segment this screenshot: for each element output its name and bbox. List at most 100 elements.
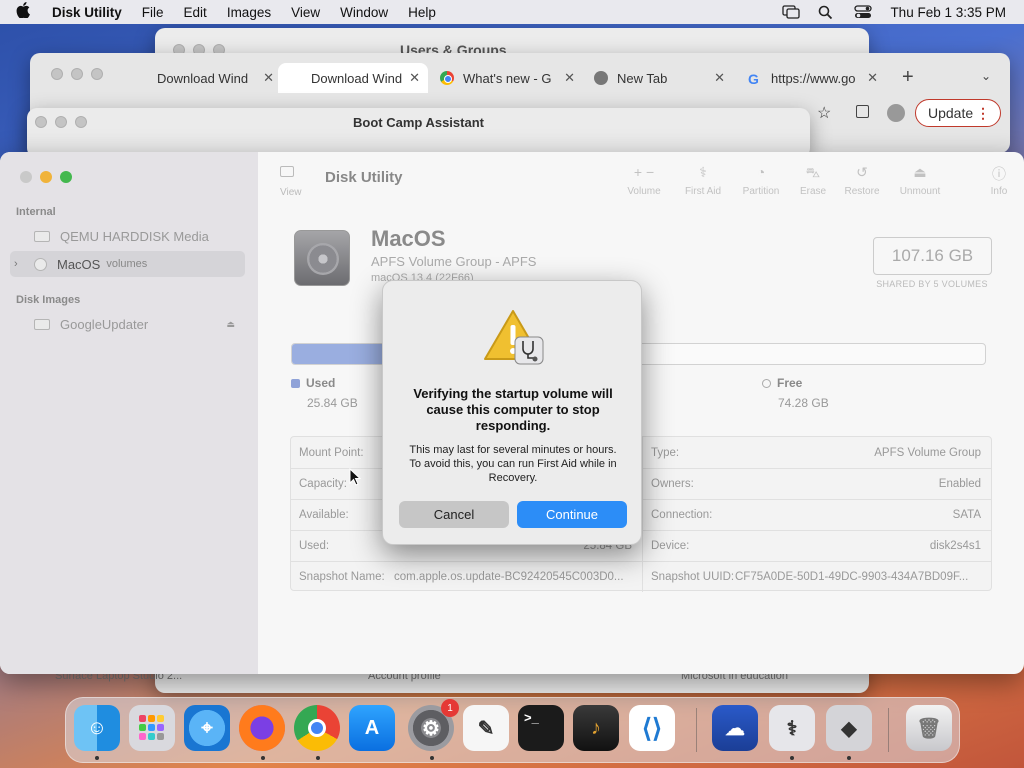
section-disk-images: Disk Images — [16, 294, 81, 306]
continue-button[interactable]: Continue — [517, 501, 627, 528]
google-icon: G — [748, 71, 759, 87]
unmount-button[interactable]: ⏏ Unmount — [890, 164, 950, 197]
free-legend: Free — [762, 376, 802, 390]
side-panel-icon[interactable] — [856, 105, 869, 118]
minimize-window-button[interactable] — [40, 171, 52, 183]
menu-file[interactable]: File — [142, 5, 164, 20]
hard-drive-icon — [294, 230, 350, 286]
alert-message: This may last for several minutes or hou… — [409, 444, 617, 484]
cancel-button[interactable]: Cancel — [399, 501, 509, 528]
weather-icon[interactable]: ☁ — [712, 705, 758, 751]
chevron-right-icon[interactable]: › — [14, 258, 18, 270]
browser-tab[interactable]: G https://www.go ✕ — [748, 63, 878, 93]
chevron-down-icon[interactable]: ⌄ — [981, 69, 991, 83]
control-center-icon[interactable] — [854, 5, 873, 19]
toolbar-label: Unmount — [899, 186, 941, 197]
info-value: SATA — [952, 509, 981, 521]
update-button[interactable]: Update ⋮ — [915, 99, 1001, 127]
browser-tab[interactable]: Download Wind ✕ — [134, 63, 274, 93]
toolbar-label: First Aid — [684, 186, 722, 197]
browser-tab[interactable]: New Tab ✕ — [594, 63, 725, 93]
menu-images[interactable]: Images — [227, 5, 271, 20]
info-row-snapshot-name: Snapshot Name: com.apple.os.update-BC924… — [291, 561, 642, 592]
menu-view[interactable]: View — [291, 5, 320, 20]
sidebar: Internal QEMU HARDDISK Media › MacOS vol… — [0, 152, 258, 674]
sidebar-item-label: GoogleUpdater — [60, 316, 149, 332]
update-label: Update — [928, 105, 974, 121]
sidebar-view-icon[interactable] — [280, 166, 294, 177]
sidebar-item-label: QEMU HARDDISK Media — [60, 228, 209, 244]
safari-icon[interactable]: ⌖ — [184, 705, 230, 751]
info-button[interactable]: ⓘ Info — [969, 164, 1024, 197]
first-aid-button[interactable]: ⚕ First Aid — [673, 164, 733, 197]
garageband-icon[interactable]: ♪ — [573, 705, 619, 751]
disk-icon — [34, 230, 50, 242]
sidebar-item-qemu[interactable]: QEMU HARDDISK Media — [10, 223, 245, 249]
menu-edit[interactable]: Edit — [184, 5, 207, 20]
info-value: disk2s4s1 — [929, 540, 981, 552]
new-tab-icon — [594, 71, 608, 85]
firefox-icon[interactable] — [239, 705, 285, 751]
stethoscope-icon: ⚕ — [699, 164, 707, 180]
unmount-icon: ⏏ — [913, 164, 927, 180]
info-key: Snapshot Name: — [299, 571, 385, 583]
toolbar: View Disk Utility + − Volume ⚕ First Aid… — [258, 152, 1024, 207]
running-indicator — [847, 756, 851, 760]
sidebar-item-macos[interactable]: › MacOS volumes — [10, 251, 245, 277]
close-tab-icon[interactable]: ✕ — [263, 70, 274, 86]
mouse-cursor-icon — [349, 467, 362, 486]
notification-badge: 1 — [441, 699, 459, 717]
bookmark-star-icon[interactable]: ☆ — [817, 103, 831, 123]
used-label: Used — [306, 376, 336, 390]
launchpad-icon[interactable] — [129, 705, 175, 751]
partition-button[interactable]: ◔ Partition — [731, 164, 791, 197]
spotlight-search-icon[interactable] — [818, 5, 836, 20]
zoom-window-button[interactable] — [60, 171, 72, 183]
trash-icon[interactable]: 🗑 — [906, 705, 952, 751]
close-tab-icon[interactable]: ✕ — [564, 70, 575, 86]
menu-help[interactable]: Help — [408, 5, 436, 20]
tab-label: Download Wind — [311, 70, 403, 86]
window-controls[interactable] — [51, 68, 103, 80]
close-tab-icon[interactable]: ✕ — [409, 70, 420, 86]
used-value: 25.84 GB — [307, 396, 358, 410]
menu-bar: Disk Utility File Edit Images View Windo… — [0, 0, 1024, 24]
bootcamp-icon[interactable]: ◆ — [826, 705, 872, 751]
textedit-icon[interactable]: ✎ — [463, 705, 509, 751]
close-window-button[interactable] — [20, 171, 32, 183]
info-row-device: Device: disk2s4s1 — [643, 530, 991, 561]
sidebar-item-googleupdater[interactable]: GoogleUpdater ⏏ — [10, 311, 245, 337]
info-row-connection: Connection: SATA — [643, 499, 991, 530]
screen-mirroring-icon[interactable] — [782, 5, 801, 19]
disk-image-icon — [34, 318, 50, 330]
menu-window[interactable]: Window — [340, 5, 388, 20]
close-tab-icon[interactable]: ✕ — [714, 70, 725, 86]
restore-button[interactable]: ↺ Restore — [832, 164, 892, 197]
close-tab-icon[interactable]: ✕ — [867, 70, 878, 86]
menu-app-name[interactable]: Disk Utility — [52, 5, 122, 20]
sidebar-item-sublabel: volumes — [106, 258, 148, 270]
chrome-icon[interactable] — [294, 705, 340, 751]
browser-tab[interactable]: What's new - G ✕ — [440, 63, 575, 93]
apple-menu-icon[interactable] — [16, 2, 36, 22]
info-row-type: Type: APFS Volume Group — [643, 437, 991, 468]
column-divider — [642, 437, 643, 592]
browser-tab-active[interactable]: Download Wind ✕ — [278, 63, 428, 93]
volume-subtitle: APFS Volume Group - APFS — [371, 254, 537, 269]
microsoft-icon — [288, 71, 302, 85]
new-tab-button[interactable]: + — [902, 66, 914, 89]
tab-label: New Tab — [617, 70, 668, 86]
vscode-icon[interactable]: ⟨⟩ — [629, 705, 675, 751]
terminal-icon[interactable]: >_ — [518, 705, 564, 751]
tab-label: https://www.go — [771, 70, 856, 86]
finder-icon[interactable]: ☺ — [74, 705, 120, 751]
app-store-icon[interactable]: A — [349, 705, 395, 751]
microsoft-icon — [134, 71, 148, 85]
disk-utility-icon[interactable]: ⚕ — [769, 705, 815, 751]
eject-icon[interactable]: ⏏ — [226, 319, 235, 330]
menu-clock[interactable]: Thu Feb 1 3:35 PM — [890, 5, 1006, 20]
info-key: Snapshot UUID: — [651, 571, 735, 583]
volume-button[interactable]: + − Volume — [614, 164, 674, 197]
window-title: Boot Camp Assistant — [353, 115, 484, 130]
profile-avatar[interactable] — [887, 104, 905, 122]
